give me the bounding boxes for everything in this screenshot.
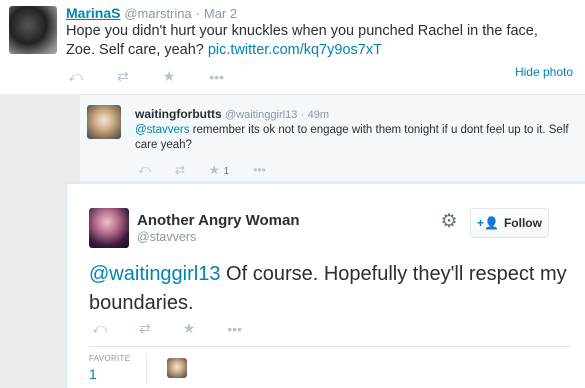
favorite-count: 1 [223,165,230,177]
reply-icon[interactable]: ⤺ [92,320,107,337]
favorite-icon: ★ [208,162,220,177]
tweet-another-angry-woman: Another Angry Woman @stavvers ⚙ +👤 Follo… [66,183,585,388]
favorite-stat-label: FAVORITE [89,354,131,363]
separator: · [300,109,305,121]
avatar[interactable] [9,6,57,54]
favorite-icon[interactable]: ★ [163,68,176,85]
favorite-stat-count[interactable]: 1 [89,366,97,382]
tweet-body: remember its ok not to engage with them … [135,124,569,151]
user-handle[interactable]: @marstrina [124,6,191,21]
more-icon[interactable]: ••• [227,321,242,337]
user-name[interactable]: waitingforbutts [135,107,222,121]
tweet-text: Hope you didn't hurt your knuckles when … [66,22,566,60]
tweet-waitingforbutts: waitingforbutts @waitinggirl13 · 49m @st… [80,94,585,181]
reply-icon[interactable]: ⤺ [138,162,151,177]
avatar[interactable] [89,208,129,248]
tweet-date[interactable]: Mar 2 [204,6,237,21]
retweet-icon[interactable]: ⇄ [117,68,129,85]
favoriter-avatar[interactable] [167,358,187,378]
tweet-marinas: MarinaS @marstrina · Mar 2 Hope you didn… [0,0,585,94]
mention-link[interactable]: @waitinggirl13 [89,263,220,285]
divider [146,354,147,384]
tweet-header: MarinaS @marstrina · Mar 2 [66,5,237,21]
avatar[interactable] [87,105,121,139]
tweet-text: @stavvers remember its ok not to engage … [135,123,575,153]
timeline: MarinaS @marstrina · Mar 2 Hope you didn… [0,0,585,388]
tweet-actions: ⤺ ⇄ ★ ••• [92,320,274,337]
follow-label: Follow [503,216,542,230]
user-handle[interactable]: @stavvers [137,230,196,244]
photo-link[interactable]: pic.twitter.com/kq7y9os7xT [208,42,382,58]
retweet-icon[interactable]: ⇄ [139,320,151,337]
tweet-actions: ⤺ ⇄ ★ 1 ••• [138,162,290,177]
separator: · [195,6,200,21]
more-icon[interactable]: ••• [209,69,224,85]
mention-link[interactable]: @stavvers [135,124,190,136]
favorite-button[interactable]: ★ 1 [209,163,229,177]
gear-icon[interactable]: ⚙ [439,212,459,232]
divider [89,346,571,347]
tweet-actions: ⤺ ⇄ ★ ••• [68,68,258,85]
retweet-icon[interactable]: ⇄ [175,163,185,177]
more-icon[interactable]: ••• [253,163,266,177]
tweet-time[interactable]: 49m [308,109,329,121]
hide-photo-link[interactable]: Hide photo [515,65,573,79]
user-handle[interactable]: @waitinggirl13 [225,109,297,121]
tweet-text: @waitinggirl13 Of course. Hopefully they… [89,260,569,318]
follow-button[interactable]: +👤 Follow [470,208,549,238]
reply-icon[interactable]: ⤺ [68,68,83,85]
user-name[interactable]: Another Angry Woman [137,212,300,229]
favorite-icon[interactable]: ★ [183,320,196,337]
tweet-header: waitingforbutts @waitinggirl13 · 49m [135,107,329,121]
add-user-icon: +👤 [477,216,499,230]
user-name[interactable]: MarinaS [66,5,120,21]
